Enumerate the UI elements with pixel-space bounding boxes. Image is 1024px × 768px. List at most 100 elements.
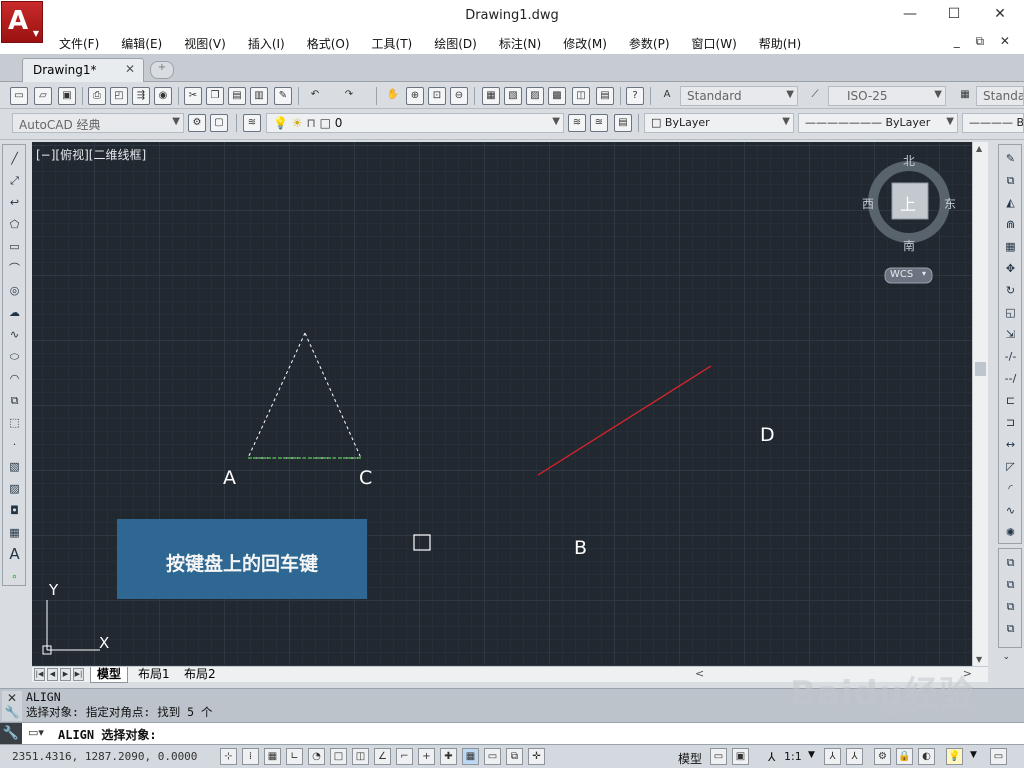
paste-icon[interactable]: ▤ [228,87,246,105]
make-current-layer-icon[interactable]: ≋ [568,114,586,132]
hatch-icon[interactable]: ▧ [6,458,23,475]
cut-icon[interactable]: ✂ [184,87,202,105]
dim-style-select[interactable]: ISO-25 ▼ [828,86,946,106]
annotation-visibility-icon[interactable]: ⅄ [824,748,841,765]
construction-line-icon[interactable]: ⤢ [6,172,23,189]
ortho-mode-icon[interactable]: ∟ [286,748,303,765]
tab-layout1[interactable]: 布局1 [132,667,176,683]
break-icon[interactable]: ⊐ [1002,414,1019,431]
command-line[interactable]: 🔧 ▭▾ ALIGN 选择对象: [0,722,1024,745]
menu-item[interactable]: 绘图(D) [423,35,488,52]
join-icon[interactable]: ↔ [1002,436,1019,453]
mdi-controls[interactable]: _ ⧉ ✕ [954,34,1016,49]
new-file-icon[interactable]: ▭ [10,87,28,105]
workspace-select[interactable]: AutoCAD 经典 ▼ [12,113,184,133]
rotate-icon[interactable]: ↻ [1002,282,1019,299]
compass-north-label[interactable]: 北 [903,152,915,169]
layer-properties-icon[interactable]: ≋ [243,114,261,132]
zoom-realtime-icon[interactable]: ⊕ [406,87,424,105]
layer-previous-icon[interactable]: ≊ [590,114,608,132]
customize-icon[interactable]: 🔧 [2,705,22,719]
triangle-edges[interactable] [247,332,362,459]
coordinates-readout[interactable]: 2351.4316, 1287.2090, 0.0000 [12,750,197,763]
snap-mode-icon[interactable]: ⁞ [242,748,259,765]
compass-south-label[interactable]: 南 [903,237,915,254]
offset-icon[interactable]: ⋒ [1002,216,1019,233]
match-properties-icon[interactable]: ✎ [274,87,292,105]
workspace-lock-icon[interactable]: ▢ [210,114,228,132]
quick-view-drawings-icon[interactable]: ▣ [732,748,749,765]
send-under-icon[interactable]: ⧉ [1002,620,1019,637]
break-at-point-icon[interactable]: ⊏ [1002,392,1019,409]
workspace-switch-icon[interactable]: ⚙ [874,748,891,765]
rectangle-icon[interactable]: ▭ [6,238,23,255]
menu-item[interactable]: 窗口(W) [681,35,748,52]
lineweight-select[interactable]: ———— By [962,113,1024,133]
revision-cloud-icon[interactable]: ☁ [6,304,23,321]
tab-layout2[interactable]: 布局2 [178,667,222,683]
point-icon[interactable]: · [6,436,23,453]
compass-east-label[interactable]: 东 [944,195,956,212]
menu-item[interactable]: 帮助(H) [748,35,812,52]
close-icon[interactable]: ✕ [2,691,22,705]
text-style-select[interactable]: Standard ▼ [680,86,798,106]
tool-palettes-icon[interactable]: ▨ [526,87,544,105]
pan-hand-icon[interactable]: ✋ [384,87,402,105]
toolbar-lock-icon[interactable]: 🔒 [896,748,913,765]
ellipse-arc-icon[interactable]: ◠ [6,370,23,387]
object-snap-tracking-icon[interactable]: ∠ [374,748,391,765]
move-icon[interactable]: ✥ [1002,260,1019,277]
extend-icon[interactable]: --/ [1002,370,1019,387]
new-tab-button[interactable]: + [150,61,174,79]
clean-screen-icon[interactable]: ▭ [990,748,1007,765]
design-center-icon[interactable]: ▧ [504,87,522,105]
bring-above-icon[interactable]: ⧉ [1002,598,1019,615]
table-style-select[interactable]: Standa [976,86,1024,106]
add-selected-icon[interactable]: ∘ [6,568,23,585]
print-preview-icon[interactable]: ◰ [110,87,128,105]
blend-curves-icon[interactable]: ∿ [1002,502,1019,519]
quick-view-layouts-icon[interactable]: ▭ [710,748,727,765]
sheet-set-icon[interactable]: ▩ [548,87,566,105]
scroll-left-icon[interactable]: < [695,667,704,680]
viewcube[interactable] [868,161,950,284]
copy-icon[interactable]: ❐ [206,87,224,105]
annotation-scale-icon[interactable]: ⅄ [768,750,775,764]
paste-special-icon[interactable]: ▥ [250,87,268,105]
wcs-chevron-icon[interactable]: ▾ [922,269,926,278]
mirror-icon[interactable]: ◭ [1002,194,1019,211]
close-button[interactable]: ✕ [988,6,1012,26]
menu-item[interactable]: 视图(V) [173,35,237,52]
menu-item[interactable]: 格式(O) [296,35,361,52]
send-to-back-icon[interactable]: ⧉ [1002,576,1019,593]
calculator-icon[interactable]: ▤ [596,87,614,105]
3d-object-snap-icon[interactable]: ◫ [352,748,369,765]
print-icon[interactable]: ⎙ [88,87,106,105]
circle-icon[interactable]: ◎ [6,282,23,299]
table-icon[interactable]: ▦ [6,524,23,541]
object-snap-icon[interactable]: □ [330,748,347,765]
transparency-icon[interactable]: ▦ [462,748,479,765]
region-icon[interactable]: ◘ [6,502,23,519]
red-line-bd[interactable] [537,365,712,476]
insert-block-icon[interactable]: ⧉ [6,392,23,409]
linetype-select[interactable]: ——————— ByLayer ▼ [798,113,958,133]
stretch-icon[interactable]: ⇲ [1002,326,1019,343]
infer-constraints-icon[interactable]: ⊹ [220,748,237,765]
lineweight-icon[interactable]: ✚ [440,748,457,765]
chevron-down-icon[interactable]: ▼ [808,750,815,760]
explode-icon[interactable]: ✺ [1002,524,1019,541]
tab-model[interactable]: 模型 [90,667,129,683]
menu-item[interactable]: 标注(N) [488,35,552,52]
gradient-icon[interactable]: ▨ [6,480,23,497]
fillet-icon[interactable]: ◜ [1002,480,1019,497]
next-tab-icon[interactable]: ▶ [60,668,71,681]
spline-icon[interactable]: ∿ [6,326,23,343]
maximize-button[interactable]: ☐ [942,6,966,26]
polar-tracking-icon[interactable]: ◔ [308,748,325,765]
zoom-previous-icon[interactable]: ⊖ [450,87,468,105]
recent-commands-icon[interactable]: ▭▾ [28,726,44,739]
annotation-monitor-icon[interactable]: ✛ [528,748,545,765]
grid-display-icon[interactable]: ▦ [264,748,281,765]
color-select[interactable]: □ ByLayer ▼ [644,113,794,133]
